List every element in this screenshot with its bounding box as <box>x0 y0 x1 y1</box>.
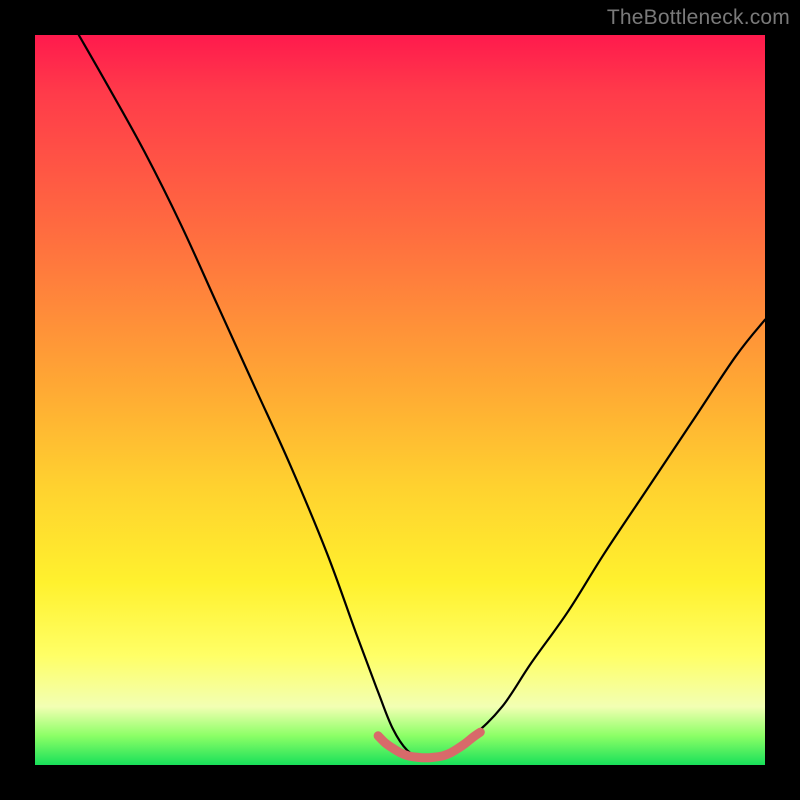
curve-layer <box>35 35 765 765</box>
bottleneck-curve <box>79 35 765 759</box>
plot-area <box>35 35 765 765</box>
chart-frame: TheBottleneck.com <box>0 0 800 800</box>
optimal-flat-region <box>378 732 480 758</box>
watermark-text: TheBottleneck.com <box>607 6 790 30</box>
